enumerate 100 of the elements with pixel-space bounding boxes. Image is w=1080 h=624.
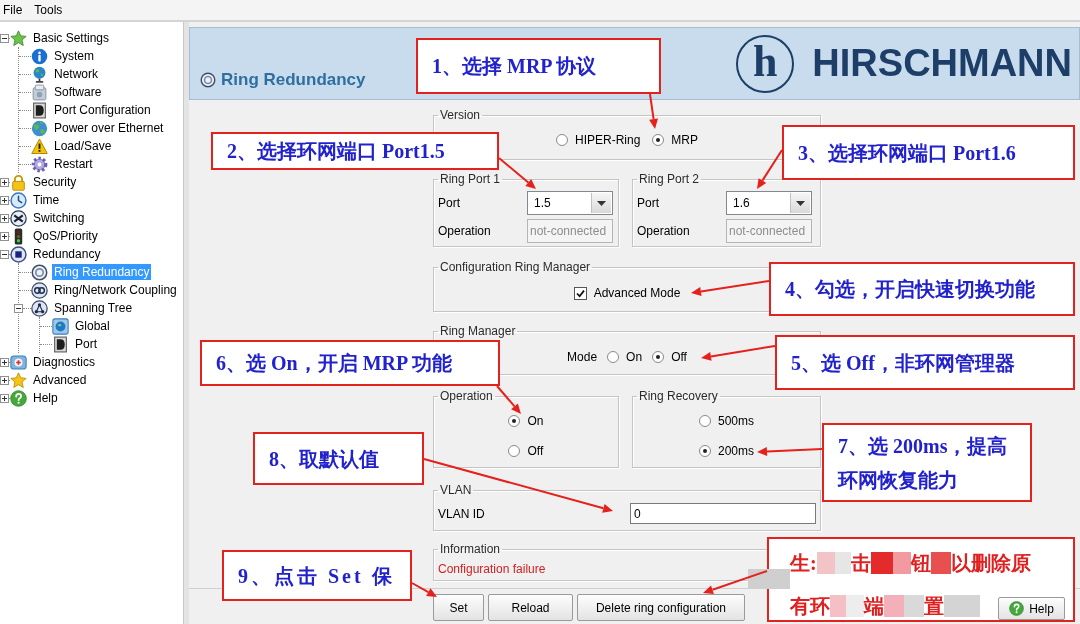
note-text: 以删除原 [950, 551, 1031, 576]
annotation-callout: 6、选 On，开启 MRP 功能 [200, 340, 500, 386]
info-icon [31, 47, 48, 65]
pointer-arrow [411, 582, 437, 597]
plus-box-icon[interactable] [0, 393, 9, 403]
tree-item[interactable]: Load/Save [52, 138, 114, 154]
radio-button[interactable] [699, 445, 711, 457]
tree-item[interactable]: Power over Ethernet [52, 120, 166, 136]
minus-box-icon[interactable] [14, 303, 23, 313]
vlan-id-field[interactable]: 0 [630, 503, 816, 524]
checkbox[interactable] [573, 286, 587, 300]
caret-icon[interactable] [591, 193, 611, 213]
tree-item[interactable]: Help [31, 390, 60, 406]
menu-item[interactable]: File [0, 1, 26, 19]
clock-icon [10, 191, 27, 209]
set-button[interactable]: Set [433, 594, 484, 621]
plus-box-icon[interactable] [0, 177, 9, 187]
pointer-arrow [703, 570, 768, 594]
pointer-arrow [649, 93, 658, 129]
tree-item[interactable]: Switching [31, 210, 87, 226]
pointer-arrow [757, 149, 783, 189]
annotation-callout: 1、选择 MRP 协议 [416, 38, 661, 94]
tree-item[interactable]: Diagnostics [31, 354, 98, 370]
tree-item[interactable]: Redundancy [31, 246, 103, 262]
ring-icon [31, 263, 48, 281]
checkmark-icon [575, 288, 585, 298]
group-title: VLAN [439, 483, 473, 497]
caret-icon[interactable] [790, 193, 810, 213]
radio-label[interactable]: 500ms [718, 414, 754, 428]
tree-item[interactable]: QoS/Priority [31, 228, 100, 244]
plus-box-icon[interactable] [0, 231, 9, 241]
gear-icon [31, 155, 48, 173]
radio-label[interactable]: HIPER-Ring [575, 133, 641, 147]
radio-button[interactable] [508, 415, 521, 427]
checkbox-label[interactable]: Advanced Mode [593, 286, 681, 300]
tree-item[interactable]: Restart [52, 156, 95, 172]
menu-item[interactable]: Tools [31, 1, 66, 19]
radio-button[interactable] [556, 134, 568, 146]
tree-item[interactable]: Global [73, 318, 112, 334]
note-text: 钮 [910, 551, 931, 576]
node-tree-icon [31, 299, 48, 317]
note-text: 置 [924, 594, 944, 619]
radio-button[interactable] [652, 351, 665, 363]
radio-label[interactable]: MRP [671, 133, 698, 147]
radio-button[interactable] [699, 415, 711, 427]
field-label: Port [438, 196, 461, 210]
note-text: 生: [790, 551, 817, 576]
padlock-icon [10, 173, 27, 191]
tree-item[interactable]: Time [31, 192, 62, 208]
radio-button[interactable] [652, 134, 665, 146]
port-icon [31, 101, 48, 119]
delete-button[interactable]: Delete ring configuration [577, 594, 745, 621]
plus-tile-icon [10, 353, 27, 371]
port-dropdown[interactable]: 1.5 [527, 191, 613, 215]
radio-button[interactable] [508, 445, 521, 457]
error-message: Configuration failure [438, 562, 546, 576]
minus-box-icon[interactable] [0, 33, 9, 43]
tree-item[interactable]: Ring/Network Coupling [52, 282, 179, 298]
mosaic-block [870, 552, 893, 574]
radio-button[interactable] [607, 351, 620, 363]
star-icon [10, 371, 27, 389]
plus-box-icon[interactable] [0, 195, 9, 205]
port-dropdown[interactable]: 1.6 [726, 191, 812, 215]
plus-box-icon[interactable] [0, 357, 9, 367]
reload-button[interactable]: Reload [488, 594, 573, 621]
pointer-arrow [757, 447, 823, 456]
minus-box-icon[interactable] [0, 249, 9, 259]
status-field: not-connected [527, 219, 613, 243]
radio-label[interactable]: Off [527, 444, 544, 458]
radio-label[interactable]: On [527, 414, 544, 428]
crossed-arrows-icon [10, 209, 27, 227]
pointer-arrow [496, 385, 521, 414]
group-title: Ring Port 1 [439, 172, 502, 186]
note-text: 端 [864, 594, 884, 619]
status-field: not-connected [726, 219, 812, 243]
plus-box-icon[interactable] [0, 375, 9, 385]
plus-box-icon[interactable] [0, 213, 9, 223]
group-title: Ring Recovery [638, 389, 719, 403]
tree-item[interactable]: Security [31, 174, 79, 190]
tree-item[interactable]: Port [73, 336, 99, 352]
field-label: Operation [637, 224, 691, 238]
tree-item[interactable]: Spanning Tree [52, 300, 135, 316]
tree-item[interactable]: System [52, 48, 96, 64]
tree-item[interactable]: Advanced [31, 372, 89, 388]
radio-label[interactable]: On [626, 350, 643, 364]
tree-item[interactable]: Port Configuration [52, 102, 153, 118]
tree-item[interactable]: Software [52, 84, 104, 100]
note-text: 击 [850, 551, 871, 576]
logo-mark: h [736, 34, 795, 93]
field-label: VLAN ID [438, 506, 485, 521]
help-icon [1009, 601, 1025, 616]
annotation-callout: 7、选 200ms，提高环网恢复能力 [822, 423, 1032, 502]
group-title: Configuration Ring Manager [439, 260, 592, 274]
mosaic-block [944, 595, 980, 617]
field-label: Mode [567, 350, 598, 364]
radio-label[interactable]: 200ms [718, 444, 754, 458]
help-button[interactable]: Help [998, 597, 1065, 620]
tree-item[interactable]: Network [52, 66, 100, 82]
tree-item[interactable]: Basic Settings [31, 30, 112, 46]
radio-label[interactable]: Off [671, 350, 687, 364]
